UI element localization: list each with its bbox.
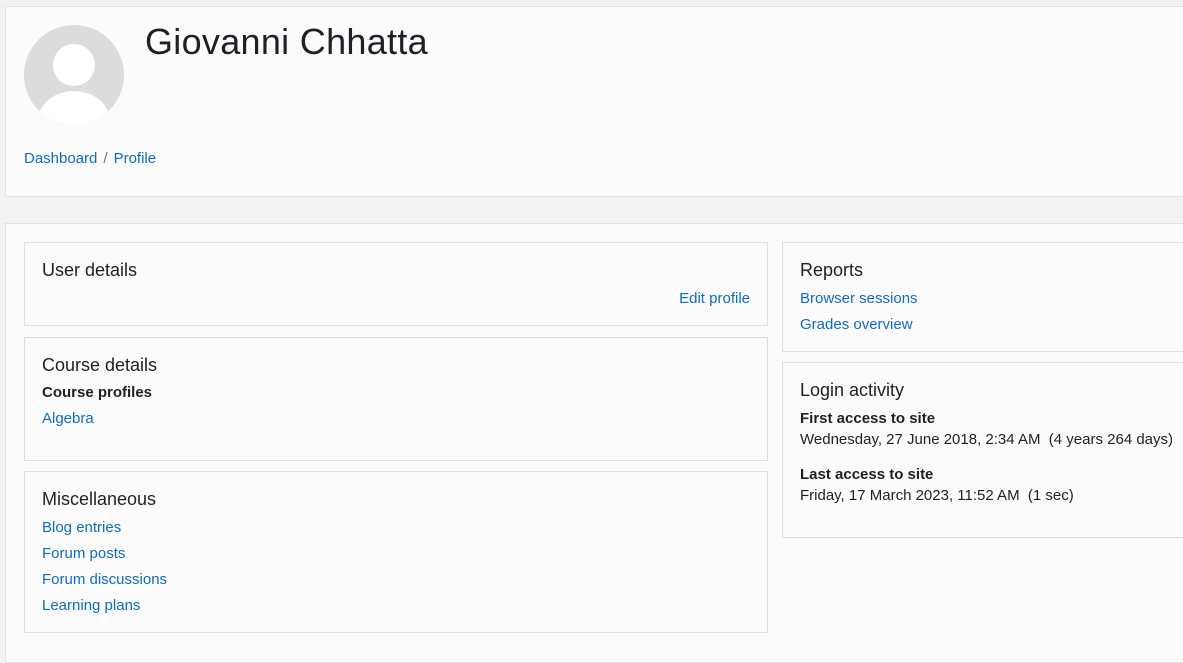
section-title-miscellaneous: Miscellaneous: [42, 489, 157, 509]
user-details-section: User details Edit profile: [24, 242, 768, 326]
section-title-reports: Reports: [800, 260, 864, 280]
avatar[interactable]: [24, 25, 124, 125]
course-details-section: Course details Course profiles Algebra: [24, 337, 768, 461]
last-access-label: Last access to site: [800, 466, 934, 483]
avatar-body-shape: [38, 91, 110, 125]
course-link-algebra[interactable]: Algebra: [42, 410, 94, 427]
blog-entries-link[interactable]: Blog entries: [42, 519, 121, 536]
breadcrumb: Dashboard / Profile: [24, 150, 156, 167]
forum-posts-link[interactable]: Forum posts: [42, 545, 125, 562]
first-access-label: First access to site: [800, 410, 936, 427]
section-title-course-details: Course details: [42, 355, 158, 375]
reports-section: Reports Browser sessions Grades overview: [782, 242, 1183, 352]
course-profiles-heading: Course profiles: [42, 384, 153, 401]
last-access-value: Friday, 17 March 2023, 11:52 AM (1 sec): [800, 487, 1074, 504]
edit-profile-link[interactable]: Edit profile: [679, 290, 750, 307]
avatar-head-shape: [53, 44, 95, 86]
learning-plans-link[interactable]: Learning plans: [42, 597, 140, 614]
breadcrumb-dashboard[interactable]: Dashboard: [24, 150, 97, 167]
section-title-login-activity: Login activity: [800, 380, 905, 400]
section-title-user-details: User details: [42, 260, 138, 280]
forum-discussions-link[interactable]: Forum discussions: [42, 571, 167, 588]
first-access-value: Wednesday, 27 June 2018, 2:34 AM (4 year…: [800, 431, 1174, 448]
page-title: Giovanni Chhatta: [145, 21, 428, 62]
breadcrumb-separator: /: [103, 150, 108, 167]
profile-header: Giovanni Chhatta Dashboard / Profile: [5, 6, 1183, 197]
browser-sessions-link[interactable]: Browser sessions: [800, 290, 918, 307]
miscellaneous-section: Miscellaneous Blog entries Forum posts F…: [24, 471, 768, 633]
breadcrumb-profile[interactable]: Profile: [114, 150, 157, 167]
grades-overview-link[interactable]: Grades overview: [800, 316, 913, 333]
login-activity-section: Login activity First access to site Wedn…: [782, 362, 1183, 538]
